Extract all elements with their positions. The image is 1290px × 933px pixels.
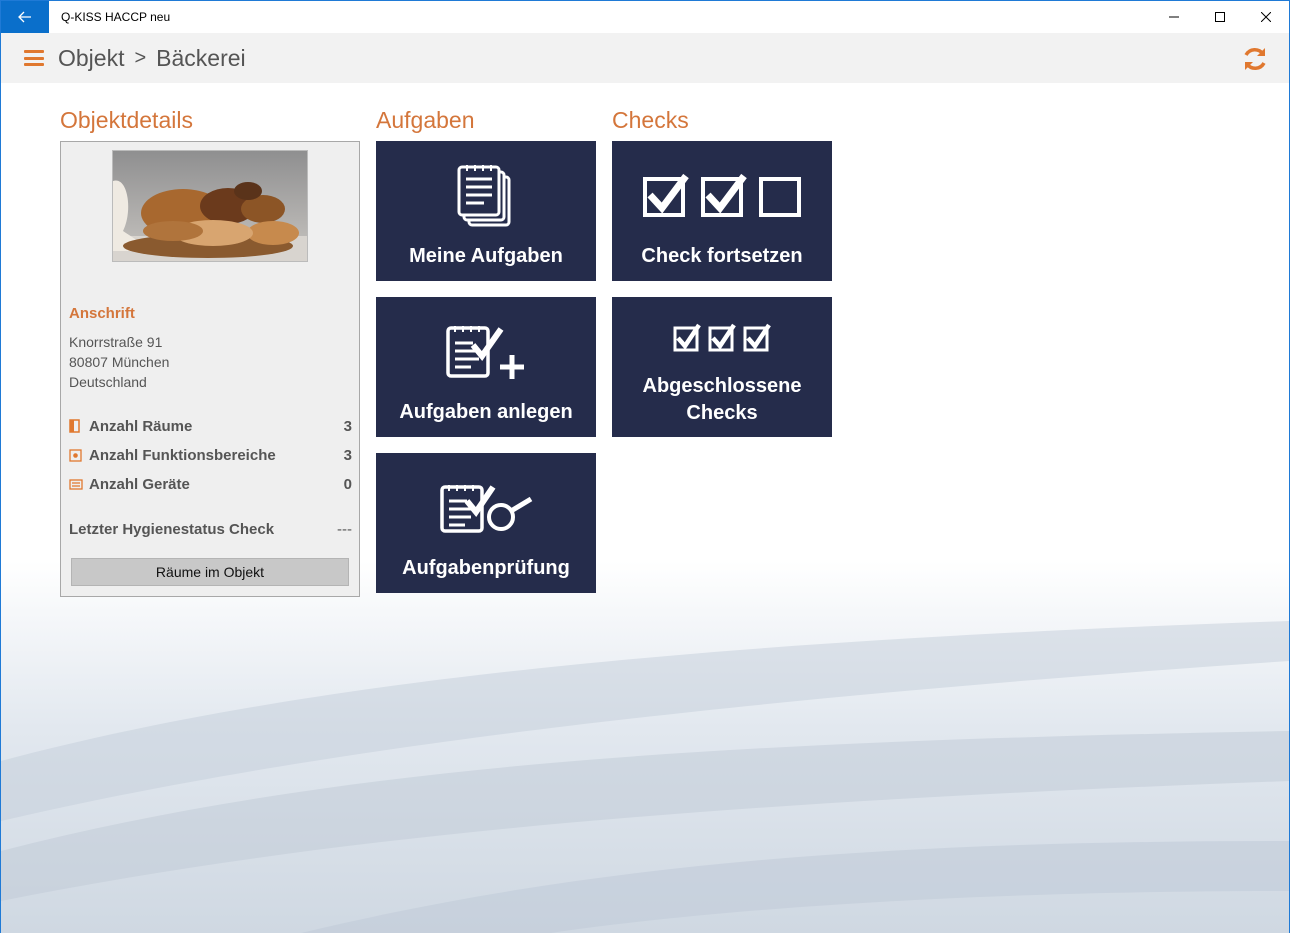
stat-devices: Anzahl Geräte 0 <box>69 474 352 494</box>
function-area-icon <box>69 448 83 462</box>
tile-aufgaben-anlegen[interactable]: Aufgaben anlegen <box>376 297 596 437</box>
tile-meine-aufgaben[interactable]: Meine Aufgaben <box>376 141 596 281</box>
stat-function-areas-value: 3 <box>343 446 352 464</box>
minimize-icon <box>1169 16 1179 18</box>
breadcrumb-item-objekt[interactable]: Objekt <box>58 45 124 72</box>
tile-aufgabenpruefung[interactable]: Aufgabenprüfung <box>376 453 596 593</box>
tile-abgeschlossene-checks[interactable]: Abgeschlossene Checks <box>612 297 832 437</box>
task-list-icon <box>457 165 511 227</box>
close-button[interactable] <box>1243 1 1289 33</box>
close-icon <box>1261 12 1271 22</box>
task-review-icon <box>440 485 533 533</box>
back-button[interactable] <box>1 1 49 33</box>
breadcrumb: Objekt > Bäckerei <box>58 45 246 72</box>
last-hygiene-check: Letzter Hygienestatus Check --- <box>69 519 352 539</box>
door-icon <box>69 419 83 433</box>
arrow-left-icon <box>18 11 31 23</box>
address-city: 80807 München <box>69 354 170 370</box>
address-label: Anschrift <box>69 305 135 322</box>
tile-meine-aufgaben-label: Meine Aufgaben <box>409 245 563 267</box>
breadcrumb-item-current: Bäckerei <box>156 44 246 71</box>
details-title: Objektdetails <box>60 107 193 133</box>
address-country: Deutschland <box>69 374 147 390</box>
stat-rooms-label: Anzahl Räume <box>89 417 193 435</box>
aufgaben-title: Aufgaben <box>376 107 475 133</box>
stat-rooms-value: 3 <box>343 417 352 435</box>
stat-rooms: Anzahl Räume 3 <box>69 416 352 436</box>
add-task-icon <box>446 326 524 379</box>
minimize-button[interactable] <box>1151 1 1197 33</box>
stat-devices-value: 0 <box>343 475 352 493</box>
window-controls <box>1151 1 1289 33</box>
maximize-button[interactable] <box>1197 1 1243 33</box>
completed-checkboxes-icon <box>673 323 771 352</box>
breadcrumb-separator: > <box>134 46 147 69</box>
tile-aufgabenpruefung-label: Aufgabenprüfung <box>402 557 570 579</box>
address-street: Knorrstraße 91 <box>69 334 163 350</box>
background-wave <box>1 561 1289 933</box>
device-icon <box>69 477 83 491</box>
refresh-icon[interactable] <box>1241 45 1269 73</box>
maximize-icon <box>1215 12 1225 22</box>
tile-abgeschlossene-checks-label: Abgeschlossene Checks <box>642 375 802 424</box>
last-check-value: --- <box>337 520 352 538</box>
tile-check-fortsetzen[interactable]: Check fortsetzen <box>612 141 832 281</box>
rooms-in-object-button[interactable]: Räume im Objekt <box>71 558 349 586</box>
tile-check-fortsetzen-label: Check fortsetzen <box>641 245 803 267</box>
tile-aufgaben-anlegen-label: Aufgaben anlegen <box>399 401 573 423</box>
title-bar: Q-KISS HACCP neu <box>1 1 1289 33</box>
menu-icon[interactable] <box>24 50 44 66</box>
stat-function-areas: Anzahl Funktionsbereiche 3 <box>69 445 352 465</box>
checkboxes-icon <box>643 173 801 217</box>
stat-devices-label: Anzahl Geräte <box>89 475 190 493</box>
checks-title: Checks <box>612 107 689 133</box>
object-details-card: Anschrift Knorrstraße 91 80807 München D… <box>60 141 360 597</box>
app-title: Q-KISS HACCP neu <box>61 10 171 24</box>
stat-function-areas-label: Anzahl Funktionsbereiche <box>89 446 276 464</box>
object-photo <box>112 150 308 262</box>
page-header: Objekt > Bäckerei <box>1 33 1289 83</box>
last-check-label: Letzter Hygienestatus Check <box>69 520 275 538</box>
